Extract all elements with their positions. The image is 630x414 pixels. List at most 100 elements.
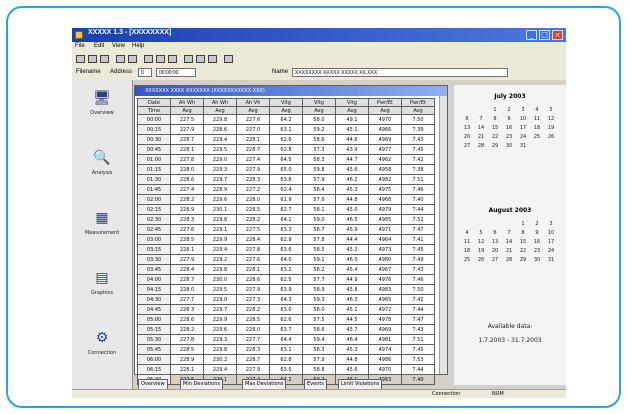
table-cell[interactable]: 4973	[368, 244, 402, 255]
table-cell[interactable]: 228.9	[170, 354, 204, 365]
table-cell[interactable]: 63.1	[269, 344, 303, 355]
table-cell[interactable]: 44.6	[335, 134, 369, 145]
calendar-day[interactable]: 18	[460, 248, 474, 257]
table-cell[interactable]: 01:30	[137, 174, 171, 185]
table-row[interactable]: 02:00 228.2 229.6 228.0 61.9 57.6 44.8 4968 7.40	[137, 194, 435, 205]
table-cell[interactable]: 7.47	[401, 224, 435, 235]
calendar-day[interactable]: 16	[502, 125, 516, 134]
table-cell[interactable]: 4979	[368, 204, 402, 215]
table-cell[interactable]: 228.1	[170, 144, 204, 155]
table-cell[interactable]: 04:45	[137, 304, 171, 315]
calendar-day[interactable]: 2	[502, 107, 516, 116]
title-bar[interactable]: XXXXX 1.3 - [XXXXXXXX] _ □ ×	[72, 28, 566, 42]
table-cell[interactable]: 64.1	[269, 214, 303, 225]
table-cell[interactable]: 58.1	[302, 204, 336, 215]
table-cell[interactable]: 228.7	[236, 354, 270, 365]
calendar-day[interactable]: 21	[502, 248, 516, 257]
table-cell[interactable]: 57.8	[302, 234, 336, 245]
table-cell[interactable]: 65.0	[269, 164, 303, 175]
table-cell[interactable]: 228.4	[170, 264, 204, 275]
table-cell[interactable]: 229.4	[203, 364, 237, 375]
time-field[interactable]: 00:00:00	[156, 68, 196, 77]
table-row[interactable]: 04:45 228.3 229.7 228.2 63.0 58.0 45.1 4972 7.44	[137, 304, 435, 315]
table-cell[interactable]: 227.9	[236, 284, 270, 295]
calendar-day[interactable]: 12	[474, 239, 488, 248]
table-cell[interactable]: 58.6	[302, 324, 336, 335]
table-cell[interactable]: 4970	[368, 114, 402, 125]
calendar-day[interactable]: 1	[516, 221, 530, 230]
table-cell[interactable]: 44.7	[335, 154, 369, 165]
table-cell[interactable]: 59.2	[302, 124, 336, 135]
table-cell[interactable]: 4965	[368, 294, 402, 305]
calendar-day[interactable]: 10	[544, 230, 558, 239]
table-cell[interactable]: 46.5	[335, 214, 369, 225]
new-icon[interactable]	[76, 55, 85, 63]
table-cell[interactable]: 62.5	[269, 274, 303, 285]
calendar-day[interactable]: 1	[488, 107, 502, 116]
table-cell[interactable]: 7.51	[401, 334, 435, 345]
table-cell[interactable]: 229.5	[203, 284, 237, 295]
table-row[interactable]: 02:30 228.3 229.8 228.2 64.1 59.0 46.5 4985 7.52	[137, 214, 435, 225]
column-header[interactable]: Date	[137, 98, 171, 107]
table-cell[interactable]: 05:00	[137, 314, 171, 325]
calendar-day[interactable]: 29	[488, 143, 502, 152]
table-cell[interactable]: 227.6	[236, 254, 270, 265]
table-cell[interactable]: 62.8	[269, 354, 303, 365]
table-cell[interactable]: 227.9	[236, 164, 270, 175]
table-cell[interactable]: 46.2	[335, 174, 369, 185]
table-cell[interactable]: 59.1	[302, 254, 336, 265]
calendar-day[interactable]: 13	[488, 239, 502, 248]
calendar-day[interactable]: 7	[474, 116, 488, 125]
calendar-day[interactable]: 16	[530, 239, 544, 248]
table-cell[interactable]: 62.9	[269, 234, 303, 245]
table-cell[interactable]: 58.0	[302, 304, 336, 315]
table-cell[interactable]: 228.9	[170, 204, 204, 215]
table-row[interactable]: 03:15 228.1 229.4 227.8 63.6 58.5 45.2 4973 7.45	[137, 244, 435, 255]
table-cell[interactable]: 228.6	[170, 174, 204, 185]
table-cell[interactable]: 7.44	[401, 364, 435, 375]
table-cell[interactable]: 57.3	[302, 144, 336, 155]
table-cell[interactable]: 63.3	[269, 224, 303, 235]
table-cell[interactable]: 7.45	[401, 144, 435, 155]
table-row[interactable]: 01:30 228.6 229.7 228.3 63.8 57.9 46.2 4982 7.51	[137, 174, 435, 185]
table-cell[interactable]: 63.5	[269, 364, 303, 375]
table-row[interactable]: 04:30 227.7 229.0 227.3 64.3 59.3 46.3 4965 7.42	[137, 294, 435, 305]
table-cell[interactable]: 63.2	[269, 264, 303, 275]
table-cell[interactable]: 228.3	[236, 174, 270, 185]
table-cell[interactable]: 4966	[368, 124, 402, 135]
table-cell[interactable]: 04:30	[137, 294, 171, 305]
table-cell[interactable]: 4975	[368, 184, 402, 195]
table-cell[interactable]: 229.7	[203, 174, 237, 185]
table-cell[interactable]: 227.6	[170, 224, 204, 235]
open-icon[interactable]	[88, 55, 97, 63]
table-cell[interactable]: 230.0	[203, 274, 237, 285]
nav-connection[interactable]: ⚙ Connection	[84, 328, 120, 356]
table-cell[interactable]: 01:00	[137, 154, 171, 165]
column-header[interactable]: Vltg	[269, 98, 303, 107]
table-cell[interactable]: 229.6	[203, 324, 237, 335]
table-cell[interactable]: 7.44	[401, 304, 435, 315]
table-cell[interactable]: 58.7	[302, 224, 336, 235]
table-cell[interactable]: 45.2	[335, 244, 369, 255]
calendar-day[interactable]: 22	[516, 248, 530, 257]
calendar-day[interactable]: 31	[516, 143, 530, 152]
table-cell[interactable]: 46.4	[335, 334, 369, 345]
table-cell[interactable]: 4974	[368, 344, 402, 355]
table-cell[interactable]: 44.8	[335, 354, 369, 365]
save-icon[interactable]	[100, 55, 109, 63]
table-cell[interactable]: 228.2	[236, 304, 270, 315]
table-cell[interactable]: 4982	[368, 174, 402, 185]
calendar-day[interactable]: 23	[530, 248, 544, 257]
calendar-day[interactable]: 23	[502, 134, 516, 143]
table-cell[interactable]: 63.1	[269, 124, 303, 135]
table-cell[interactable]: 228.6	[236, 274, 270, 285]
chart-tool-icon[interactable]	[184, 55, 193, 63]
table-cell[interactable]: 58.3	[302, 344, 336, 355]
table-row[interactable]: 05:45 228.5 229.8 228.3 63.1 58.3 45.3 4974 7.45	[137, 344, 435, 355]
table-cell[interactable]: 01:45	[137, 184, 171, 195]
calendar-day[interactable]: 14	[502, 239, 516, 248]
table-cell[interactable]: 229.8	[203, 214, 237, 225]
table-cell[interactable]: 227.7	[236, 334, 270, 345]
table-row[interactable]: 04:00 228.7 230.0 228.6 62.5 57.7 44.9 4976 7.46	[137, 274, 435, 285]
nav-analysis[interactable]: 🔍 Analysis	[84, 148, 120, 176]
